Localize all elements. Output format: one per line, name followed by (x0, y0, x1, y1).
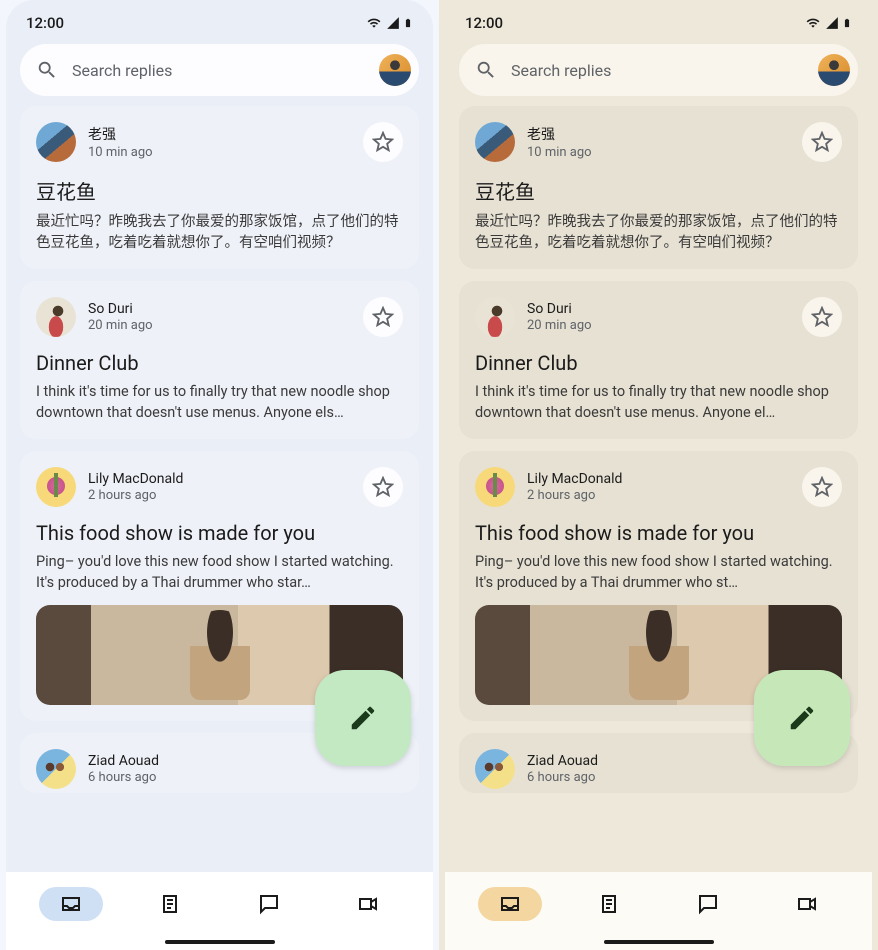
profile-avatar[interactable] (818, 54, 850, 86)
star-outline-icon (811, 306, 833, 328)
author-name: So Duri (527, 301, 790, 317)
author-name: 老强 (527, 124, 790, 144)
author-avatar (36, 122, 76, 162)
phone-screen-warm: 12:00 Search replies 老强 10 min ago (439, 0, 878, 950)
compose-fab[interactable] (315, 670, 411, 766)
post-card[interactable]: 老强 10 min ago 豆花鱼 最近忙吗？昨晚我去了你最爱的那家饭馆，点了他… (459, 106, 858, 269)
status-time: 12:00 (26, 14, 64, 32)
search-placeholder[interactable]: Search replies (511, 61, 804, 80)
post-time: 2 hours ago (527, 488, 790, 503)
video-icon (795, 892, 819, 916)
compose-fab[interactable] (754, 670, 850, 766)
nav-articles[interactable] (577, 887, 641, 921)
nav-articles[interactable] (138, 887, 202, 921)
nav-chat[interactable] (676, 887, 740, 921)
author-name: Lily MacDonald (527, 471, 790, 487)
post-time: 10 min ago (88, 145, 351, 160)
article-icon (158, 892, 182, 916)
search-icon (475, 59, 497, 81)
star-outline-icon (811, 476, 833, 498)
author-name: So Duri (88, 301, 351, 317)
edit-icon (348, 703, 378, 733)
status-icons (365, 15, 413, 31)
post-time: 20 min ago (88, 318, 351, 333)
star-outline-icon (811, 131, 833, 153)
post-body: I think it's time for us to finally try … (475, 381, 842, 423)
star-outline-icon (372, 131, 394, 153)
author-avatar (36, 297, 76, 337)
star-button[interactable] (802, 297, 842, 337)
star-button[interactable] (363, 297, 403, 337)
edit-icon (787, 703, 817, 733)
star-button[interactable] (363, 122, 403, 162)
inbox-icon (498, 892, 522, 916)
post-time: 6 hours ago (527, 770, 842, 785)
battery-icon (403, 15, 413, 31)
author-avatar (36, 467, 76, 507)
post-time: 6 hours ago (88, 770, 403, 785)
author-name: 老强 (88, 124, 351, 144)
post-body: 最近忙吗？昨晚我去了你最爱的那家饭馆，点了他们的特色豆花鱼，吃着吃着就想你了。有… (475, 211, 842, 253)
article-icon (597, 892, 621, 916)
nav-video[interactable] (775, 887, 839, 921)
battery-icon (842, 15, 852, 31)
nav-video[interactable] (336, 887, 400, 921)
post-card[interactable]: 老强 10 min ago 豆花鱼 最近忙吗？昨晚我去了你最爱的那家饭馆，点了他… (20, 106, 419, 269)
profile-avatar[interactable] (379, 54, 411, 86)
phone-screen-light: 12:00 Search replies 老强 10 min ago (0, 0, 439, 950)
post-time: 20 min ago (527, 318, 790, 333)
signal-icon (385, 16, 401, 30)
search-bar[interactable]: Search replies (459, 44, 858, 96)
chat-icon (257, 892, 281, 916)
nav-inbox[interactable] (478, 887, 542, 921)
inbox-icon (59, 892, 83, 916)
bottom-nav (6, 872, 433, 950)
search-bar[interactable]: Search replies (20, 44, 419, 96)
post-body: Ping– you'd love this new food show I st… (36, 551, 403, 593)
status-icons (804, 15, 852, 31)
post-time: 10 min ago (527, 145, 790, 160)
author-avatar (475, 297, 515, 337)
post-title: This food show is made for you (475, 521, 842, 545)
status-time: 12:00 (465, 14, 503, 32)
wifi-icon (365, 16, 383, 30)
post-title: Dinner Club (475, 351, 842, 375)
star-button[interactable] (363, 467, 403, 507)
post-body: Ping– you'd love this new food show I st… (475, 551, 842, 593)
nav-handle[interactable] (604, 940, 714, 944)
nav-chat[interactable] (237, 887, 301, 921)
star-outline-icon (372, 476, 394, 498)
status-bar: 12:00 (6, 0, 433, 40)
video-icon (356, 892, 380, 916)
post-card[interactable]: So Duri 20 min ago Dinner Club I think i… (20, 281, 419, 439)
post-title: Dinner Club (36, 351, 403, 375)
nav-handle[interactable] (165, 940, 275, 944)
post-title: This food show is made for you (36, 521, 403, 545)
status-bar: 12:00 (445, 0, 872, 40)
post-card[interactable]: So Duri 20 min ago Dinner Club I think i… (459, 281, 858, 439)
signal-icon (824, 16, 840, 30)
search-icon (36, 59, 58, 81)
post-body: 最近忙吗？昨晚我去了你最爱的那家饭馆，点了他们的特色豆花鱼，吃着吃着就想你了。有… (36, 211, 403, 253)
star-button[interactable] (802, 122, 842, 162)
post-title: 豆花鱼 (475, 176, 842, 205)
star-button[interactable] (802, 467, 842, 507)
author-avatar (36, 749, 76, 789)
nav-inbox[interactable] (39, 887, 103, 921)
chat-icon (696, 892, 720, 916)
author-avatar (475, 467, 515, 507)
author-avatar (475, 122, 515, 162)
star-outline-icon (372, 306, 394, 328)
bottom-nav (445, 872, 872, 950)
search-placeholder[interactable]: Search replies (72, 61, 365, 80)
author-avatar (475, 749, 515, 789)
post-body: I think it's time for us to finally try … (36, 381, 403, 423)
post-title: 豆花鱼 (36, 176, 403, 205)
author-name: Lily MacDonald (88, 471, 351, 487)
post-time: 2 hours ago (88, 488, 351, 503)
wifi-icon (804, 16, 822, 30)
